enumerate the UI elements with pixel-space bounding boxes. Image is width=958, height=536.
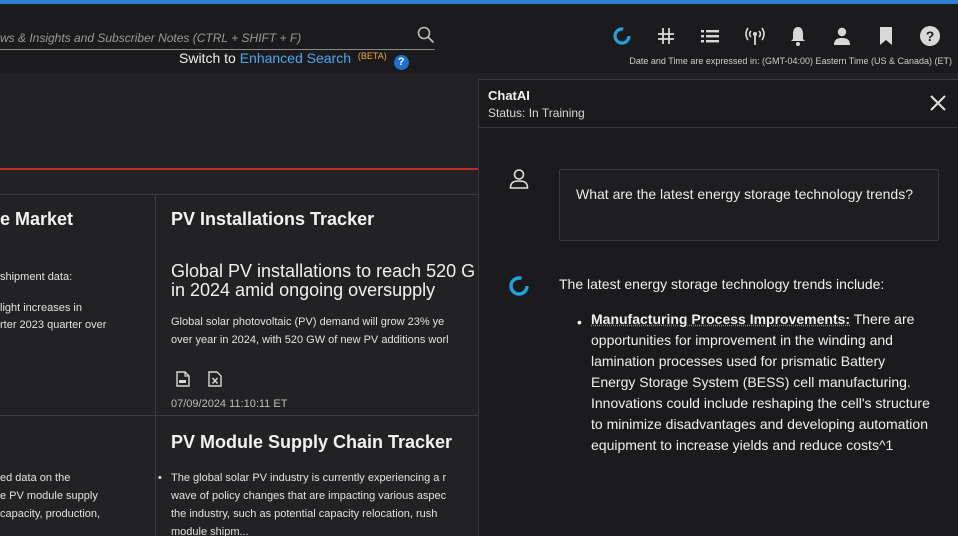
card-text: ed data on the (0, 469, 70, 487)
summary-text: The global solar PV industry is currentl… (171, 469, 446, 487)
chatai-icon[interactable] (610, 24, 634, 48)
svg-text:?: ? (926, 28, 935, 44)
summary-text: Global solar photovoltaic (PV) demand wi… (171, 313, 444, 331)
switch-to-label: Switch to (179, 50, 236, 66)
user-question: What are the latest energy storage techn… (576, 184, 916, 205)
enhanced-search-link[interactable]: Enhanced Search (240, 50, 351, 66)
user-icon[interactable] (830, 24, 854, 48)
card-title-left-top[interactable]: e Market (0, 209, 73, 230)
card-text: rter 2023 quarter over (0, 316, 106, 334)
user-question-bubble: What are the latest energy storage techn… (559, 169, 939, 241)
main-content: e Market shipment data: light increases … (0, 73, 478, 536)
help-circle-icon[interactable]: ? (394, 55, 409, 70)
grid-divider (0, 194, 478, 195)
bookmark-icon[interactable] (874, 24, 898, 48)
grid-divider (0, 415, 478, 416)
card-text: shipment data: (0, 268, 72, 286)
list-icon[interactable] (698, 24, 722, 48)
summary-text: wave of policy changes that are impactin… (171, 487, 446, 505)
pdf-file-icon[interactable] (176, 371, 190, 387)
headline-link[interactable]: Global PV installations to reach 520 G (171, 261, 475, 281)
answer-item-heading: Manufacturing Process Improvements: (591, 311, 850, 327)
chatai-panel: ChatAI Status: In Training What are the … (478, 79, 958, 536)
published-date: 07/09/2024 11:10:11 ET (171, 398, 287, 410)
header: Switch to Enhanced Search (BETA) ? (0, 4, 958, 73)
grid-divider (155, 194, 156, 536)
red-divider (0, 168, 478, 170)
search-icon[interactable] (417, 26, 435, 44)
search-input[interactable] (0, 24, 405, 48)
help-icon[interactable]: ? (918, 24, 942, 48)
card-title-pv-installations[interactable]: PV Installations Tracker (171, 209, 374, 230)
bullet-marker: • (158, 469, 162, 487)
enhanced-search-row: Switch to Enhanced Search (BETA) ? (179, 50, 409, 70)
timezone-note: Date and Time are expressed in: (GMT-04:… (629, 56, 952, 66)
chatai-avatar-icon (507, 274, 531, 298)
card-text: light increases in (0, 299, 82, 317)
answer-intro: The latest energy storage technology tre… (559, 276, 884, 292)
bullet-marker: • (577, 314, 582, 330)
grid-tools-icon[interactable] (654, 24, 678, 48)
answer-item: Manufacturing Process Improvements: Ther… (591, 309, 931, 456)
excel-file-icon[interactable] (208, 371, 222, 387)
summary-text: over year in 2024, with 520 GW of new PV… (171, 331, 449, 349)
chat-status: Status: In Training (488, 106, 585, 120)
beta-badge: (BETA) (358, 51, 387, 61)
card-text: capacity, production, (0, 505, 100, 523)
answer-item-text: There are opportunities for improvement … (591, 311, 930, 453)
user-avatar-icon (508, 168, 530, 190)
search-bar (0, 24, 435, 50)
bell-icon[interactable] (786, 24, 810, 48)
card-title-pv-module-supply[interactable]: PV Module Supply Chain Tracker (171, 432, 452, 453)
headline-link[interactable]: in 2024 amid ongoing oversupply (171, 280, 435, 300)
summary-text: module shipm... (171, 523, 249, 536)
chat-title: ChatAI (488, 88, 530, 103)
close-icon[interactable] (929, 94, 947, 112)
card-text: e PV module supply (0, 487, 98, 505)
summary-text: the industry, such as potential capacity… (171, 505, 437, 523)
chat-header: ChatAI Status: In Training (479, 80, 958, 128)
broadcast-icon[interactable] (743, 24, 767, 48)
